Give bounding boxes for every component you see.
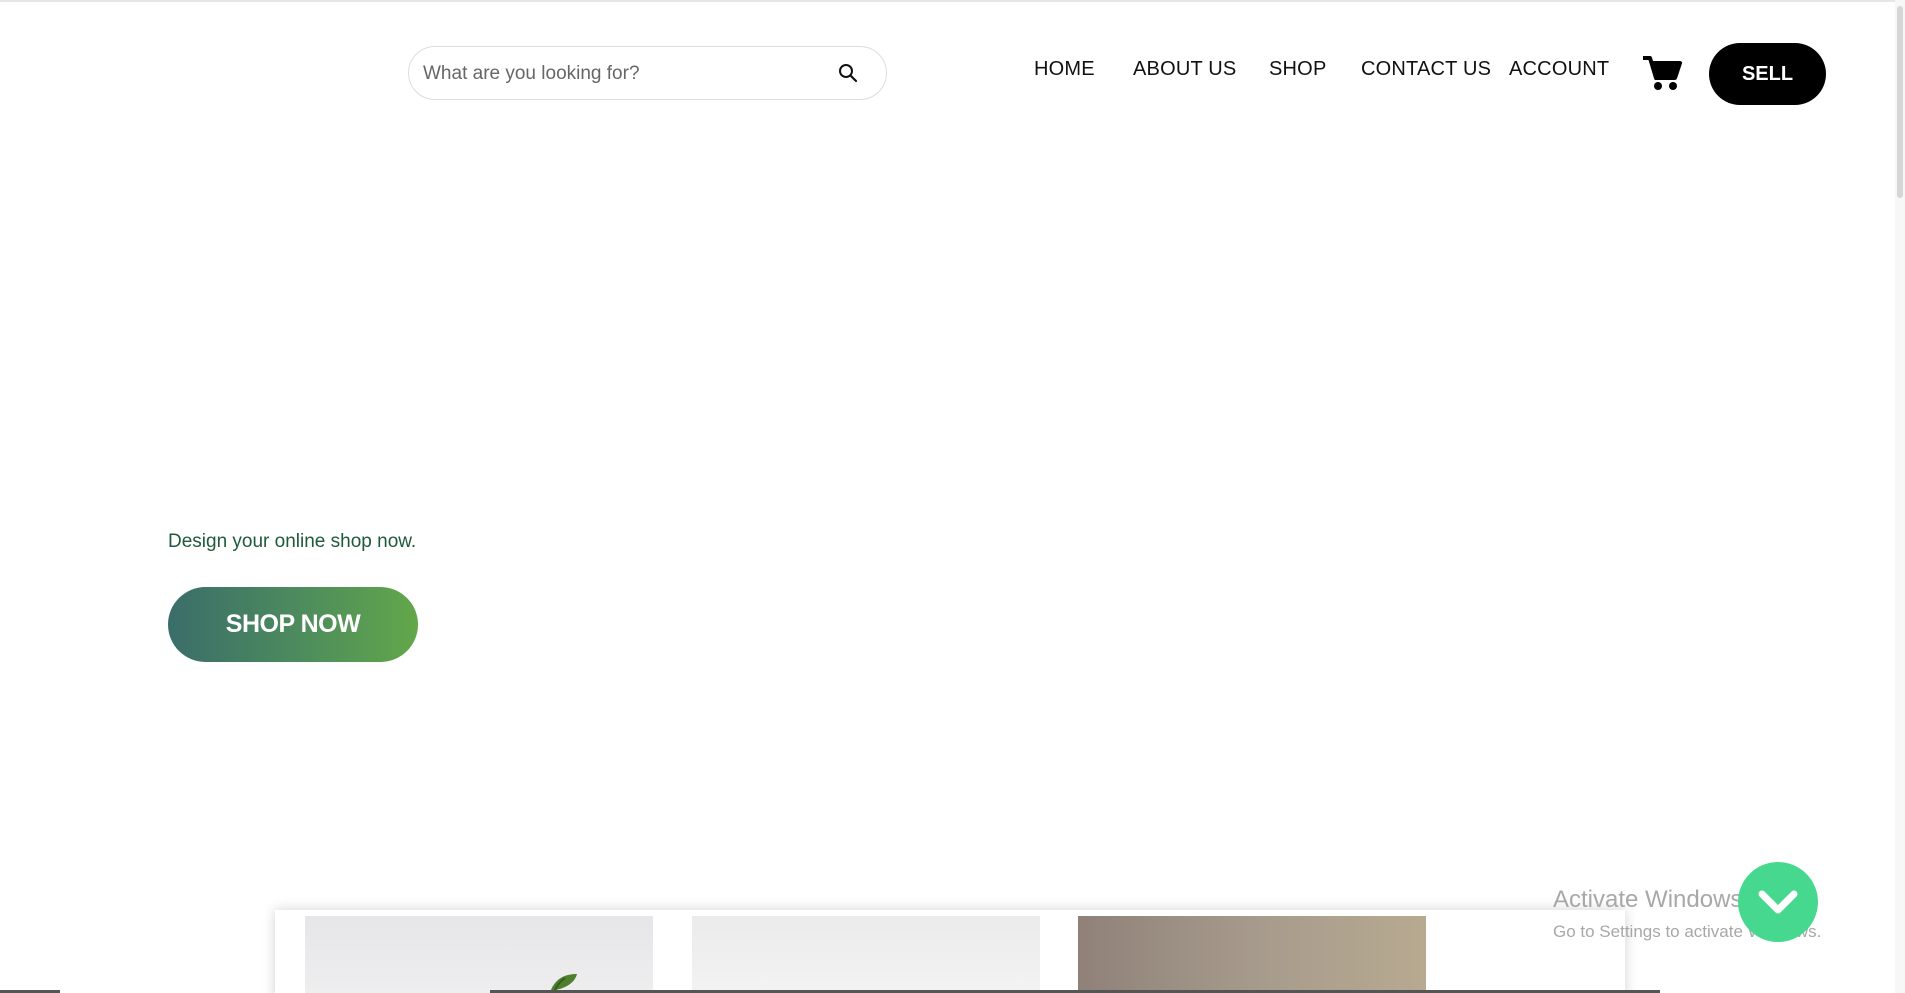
top-border	[0, 0, 1905, 2]
nav-about-us[interactable]: ABOUT US	[1133, 58, 1236, 81]
nav-contact-us[interactable]: CONTACT US	[1361, 58, 1491, 81]
search-icon[interactable]	[837, 62, 859, 84]
hero-tagline: Design your online shop now.	[168, 531, 417, 552]
product-card-image[interactable]	[305, 916, 653, 993]
search-box[interactable]	[408, 46, 887, 100]
scrollbar-thumb[interactable]	[1897, 6, 1903, 198]
nav-shop[interactable]: SHOP	[1269, 58, 1326, 81]
product-card-image[interactable]	[692, 916, 1040, 993]
shop-now-button[interactable]: SHOP NOW	[168, 587, 418, 662]
sell-button[interactable]: SELL	[1709, 43, 1826, 105]
search-input[interactable]	[421, 57, 825, 91]
nav-account[interactable]: ACCOUNT	[1509, 58, 1609, 81]
product-card-image[interactable]	[1078, 916, 1426, 993]
chevron-down-icon	[1758, 890, 1798, 914]
scroll-down-button[interactable]	[1738, 862, 1818, 942]
page: HOME ABOUT US SHOP CONTACT US ACCOUNT SE…	[0, 0, 1905, 993]
cart-icon[interactable]	[1642, 54, 1682, 92]
nav-home[interactable]: HOME	[1034, 58, 1095, 81]
